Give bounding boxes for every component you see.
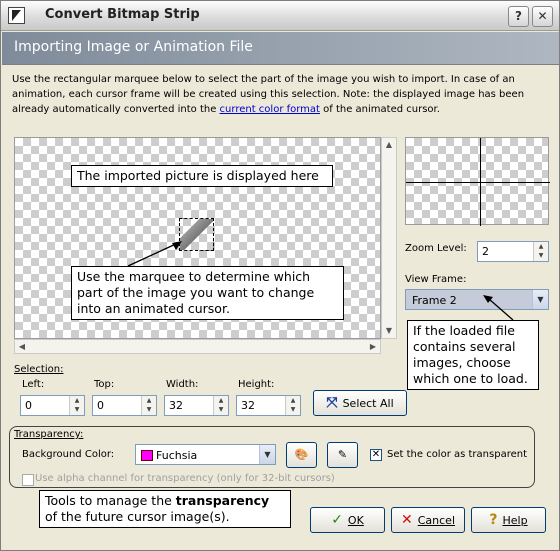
scroll-left-icon[interactable]: ◀ [15,340,29,354]
spin-arrows-icon[interactable]: ▲ ▼ [533,242,548,261]
zoom-label: Zoom Level: [405,243,467,254]
zoom-preview [405,137,550,226]
chevron-down-icon[interactable]: ▼ [259,445,275,464]
view-frame-select[interactable]: Frame 2 ▼ [405,289,549,310]
vertical-scrollbar[interactable]: ▲ ▼ [381,137,397,339]
window-title: Convert Bitmap Strip [45,7,200,22]
select-all-icon: ⤧ [326,395,338,411]
spin-arrows-icon[interactable]: ▲ ▼ [285,396,300,415]
cancel-label: Cancel [417,514,455,527]
left-value: 0 [25,399,32,412]
height-stepper[interactable]: 32 ▲ ▼ [236,395,301,416]
alpha-channel-checkbox[interactable] [22,474,34,486]
selection-label: Selection: [14,364,64,375]
section-header: Importing Image or Animation File [2,32,559,65]
ok-label: OK [347,514,364,527]
alpha-channel-label: Use alpha channel for transparency (only… [35,473,335,484]
horizontal-scrollbar[interactable]: ◀ ▶ [14,339,381,354]
ok-button[interactable]: ✓ OK [310,507,385,533]
left-stepper[interactable]: 0 ▲ ▼ [20,395,85,416]
eyedropper-button[interactable]: ✎ [327,442,358,468]
help-label: Help [502,514,528,527]
description-text-end: of the animated cursor. [319,104,440,115]
height-value: 32 [241,399,255,412]
top-label: Top: [94,379,115,390]
eyedropper-icon: ✎ [337,448,348,461]
callout-text-end: of the future cursor image(s). [45,509,230,524]
set-transparent-checkbox[interactable]: ✕ [370,449,382,461]
spin-arrows-icon[interactable]: ▲ ▼ [141,396,156,415]
bg-color-label: Background Color: [22,449,115,460]
transparency-callout: Tools to manage the transparency of the … [39,490,291,528]
cursor-app-icon [8,7,25,24]
header-title: Importing Image or Animation File [14,39,253,55]
marquee-arrow [127,241,182,267]
cancel-x-icon: ✕ [401,512,413,528]
dialog-window: Convert Bitmap Strip ? ✕ Importing Image… [0,0,560,551]
help-icon: ? [489,512,498,528]
palette-icon: 🎨 [294,448,309,461]
spin-arrows-icon[interactable]: ▲ ▼ [69,396,84,415]
marquee-callout: Use the marquee to determine which part … [71,266,344,320]
top-stepper[interactable]: 0 ▲ ▼ [92,395,157,416]
callout-text: Tools to manage the [45,493,176,508]
fuchsia-swatch [141,450,153,461]
cancel-button[interactable]: ✕ Cancel [391,507,465,533]
zoom-level-stepper[interactable]: 2 ▲ ▼ [477,241,549,262]
left-label: Left: [22,379,45,390]
select-all-label: Select All [342,397,394,410]
callout-bold: transparency [175,493,270,508]
height-label: Height: [238,379,275,390]
canvas-callout: The imported picture is displayed here [71,165,333,187]
help-title-button[interactable]: ? [508,6,529,27]
bg-color-value: Fuchsia [156,449,198,462]
description: Use the rectangular marquee below to sel… [12,72,548,117]
set-transparent-label: Set the color as transparent [387,449,527,460]
width-value: 32 [169,399,183,412]
select-all-button[interactable]: ⤧ Select All [313,390,407,416]
width-stepper[interactable]: 32 ▲ ▼ [164,395,229,416]
scroll-right-icon[interactable]: ▶ [366,340,380,354]
chevron-down-icon[interactable]: ▼ [532,290,548,309]
scroll-down-icon[interactable]: ▼ [382,324,396,338]
bg-color-select[interactable]: Fuchsia ▼ [135,444,276,465]
title-bar[interactable]: Convert Bitmap Strip ? ✕ [1,1,559,31]
close-button[interactable]: ✕ [532,6,553,27]
width-label: Width: [166,379,199,390]
help-button[interactable]: ? Help [471,507,546,533]
view-frame-label: View Frame: [405,274,467,285]
scroll-up-icon[interactable]: ▲ [382,138,396,152]
frame-arrow [483,295,514,321]
transparency-label: Transparency: [14,429,84,440]
frame-callout: If the loaded file contains several imag… [407,320,539,390]
zoom-value: 2 [482,245,489,258]
color-format-link[interactable]: current color format [220,104,320,115]
spin-arrows-icon[interactable]: ▲ ▼ [213,396,228,415]
top-value: 0 [97,399,104,412]
palette-button[interactable]: 🎨 [286,442,317,468]
check-icon: ✓ [331,512,343,528]
view-frame-value: Frame 2 [412,294,457,307]
